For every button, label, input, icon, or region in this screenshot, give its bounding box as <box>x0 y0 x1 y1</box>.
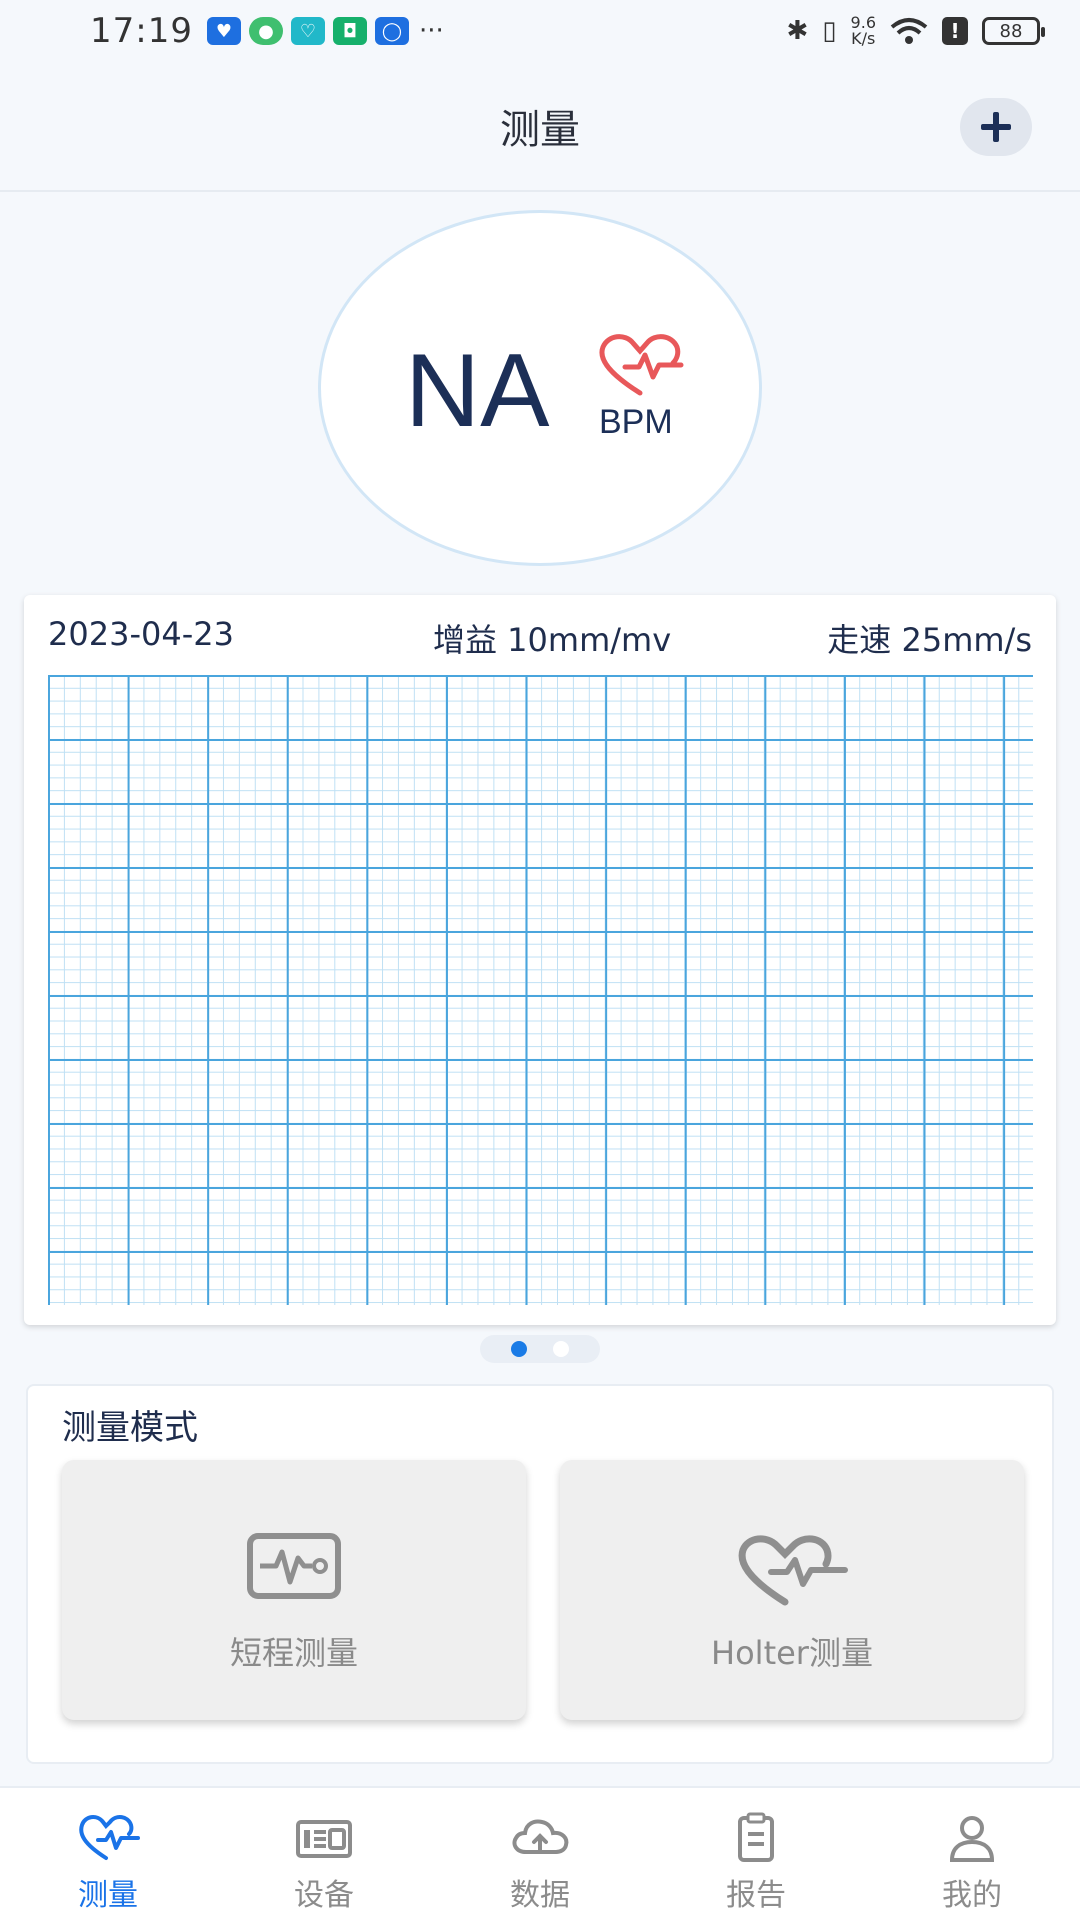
clipboard-icon <box>738 1812 774 1862</box>
short-measurement-label: 短程测量 <box>229 1634 358 1672</box>
ecg-info-row: 2023-04-23 增益 10mm/mv 走速 25mm/s <box>48 615 1032 665</box>
heart-rate-display: NA BPM <box>318 210 762 566</box>
bulb-icon: ◯ <box>374 17 409 45</box>
status-bar: 17:19 ♥ ● ♡ ◘ ◯ ··· ✱ ▯ 9.6 K/s ! 88 <box>0 0 1080 62</box>
nav-item-measure[interactable]: 测量 <box>0 1788 216 1920</box>
status-time: 17:19 <box>90 11 193 51</box>
heart-rate-unit: BPM <box>599 403 673 441</box>
nav-item-profile[interactable]: 我的 <box>864 1788 1080 1920</box>
heart-pulse-icon <box>738 1535 848 1606</box>
nav-item-report[interactable]: 报告 <box>648 1788 864 1920</box>
shield-icon: ♥ <box>206 17 241 45</box>
ecg-card[interactable]: 2023-04-23 增益 10mm/mv 走速 25mm/s <box>24 595 1056 1325</box>
more-notifications-icon: ··· <box>418 16 444 46</box>
bluetooth-icon: ✱ <box>786 16 809 46</box>
wifi-icon <box>890 18 928 44</box>
network-speed: 9.6 K/s <box>851 15 876 47</box>
network-speed-unit: K/s <box>851 29 876 48</box>
nav-label-device: 设备 <box>294 1878 354 1913</box>
heart-pulse-icon <box>599 334 684 396</box>
nav-item-device[interactable]: 设备 <box>216 1788 432 1920</box>
measurement-mode-card: 测量模式 短程测量 Holter测量 <box>26 1384 1054 1764</box>
nav-label-measure: 测量 <box>78 1878 138 1913</box>
notification-icons: ♥ ● ♡ ◘ ◯ <box>206 17 409 45</box>
battery-icon: 88 <box>982 17 1045 45</box>
bottom-nav: 测量 设备 数据 报告 我的 <box>0 1786 1080 1920</box>
ecg-monitor-icon <box>247 1533 341 1599</box>
ecg-speed: 走速 25mm/s <box>827 621 1032 659</box>
app-header: 测量 <box>0 62 1080 192</box>
nav-label-report: 报告 <box>726 1878 786 1913</box>
page-dot-1[interactable] <box>511 1341 527 1357</box>
cloud-upload-icon <box>512 1819 569 1854</box>
plus-icon <box>981 112 1011 142</box>
ecg-gain: 增益 10mm/mv <box>433 621 672 659</box>
nav-item-data[interactable]: 数据 <box>432 1788 648 1920</box>
health-icon: ♡ <box>290 17 325 45</box>
vibrate-icon: ▯ <box>822 16 837 46</box>
heart-pulse-icon <box>79 1815 140 1860</box>
holter-measurement-label: Holter测量 <box>711 1634 873 1672</box>
short-measurement-button[interactable]: 短程测量 <box>62 1460 526 1720</box>
heart-rate-value: NA <box>405 333 550 449</box>
battery-level: 88 <box>999 20 1023 42</box>
user-icon <box>949 1816 995 1862</box>
page-indicator[interactable] <box>480 1335 600 1363</box>
measurement-mode-title: 测量模式 <box>62 1408 198 1448</box>
nav-label-data: 数据 <box>510 1878 570 1913</box>
page-dot-2[interactable] <box>553 1341 569 1357</box>
alert-icon: ! <box>942 17 968 45</box>
holter-measurement-button[interactable]: Holter测量 <box>560 1460 1024 1720</box>
ecg-grid <box>48 675 1033 1305</box>
nav-label-profile: 我的 <box>942 1878 1002 1913</box>
android-icon: ● <box>248 17 283 45</box>
device-icon <box>296 1820 352 1858</box>
ecg-date: 2023-04-23 <box>48 615 234 653</box>
add-button[interactable] <box>960 98 1032 156</box>
xiaomi-icon: ◘ <box>332 17 367 45</box>
system-status: ✱ ▯ 9.6 K/s ! 88 <box>786 15 1045 47</box>
page-title: 测量 <box>500 107 580 153</box>
